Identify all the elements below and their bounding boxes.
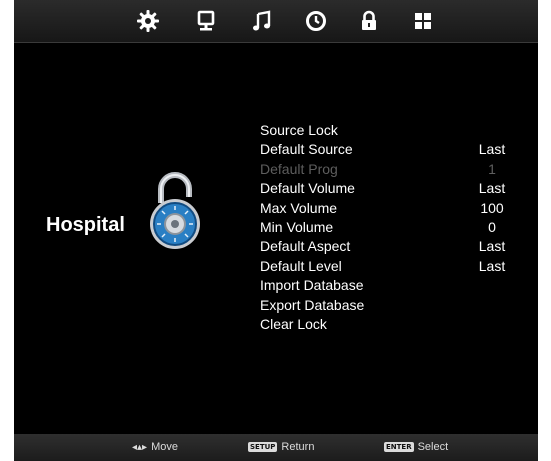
menu-item-label: Clear Lock (260, 315, 327, 332)
menu-item[interactable]: Export Database (260, 296, 530, 315)
menu-item[interactable]: Clear Lock (260, 315, 530, 334)
menu-item-label: Default Volume (260, 180, 355, 197)
menu-item: Default Prog 1 (260, 160, 530, 179)
setup-key-icon: SETUP (248, 442, 278, 452)
menu-item-label: Default Level (260, 257, 342, 274)
menu-item-label: Default Aspect (260, 238, 351, 255)
settings-list: Source Lock Default Source Last Default Pro… (260, 121, 530, 334)
menu-title: Hospital (46, 214, 125, 236)
menu-item-label: Default Prog (260, 160, 338, 177)
hint-bar: ◂▴▸ Move SETUP Return ENTER Select (14, 434, 538, 461)
clock-icon[interactable] (303, 8, 329, 34)
enter-key-icon: ENTER (384, 442, 414, 452)
menu-item-label: Default Source (260, 141, 353, 158)
tv-screen: Hospital Source Lock Default Source Last (14, 0, 538, 461)
lock-icon[interactable] (356, 8, 382, 34)
hint-return: SETUP Return (248, 441, 315, 453)
menu-item-value: Last (478, 141, 506, 158)
menu-item-value: Last (478, 238, 506, 255)
hint-move: ◂▴▸ Move (132, 441, 178, 453)
menu-item[interactable]: Default Aspect Last (260, 237, 530, 256)
menu-item-value: 100 (480, 199, 504, 216)
top-menu-bar (14, 0, 538, 43)
menu-item-value: 1 (488, 160, 496, 177)
gear-icon[interactable] (135, 8, 161, 34)
menu-item-label: Max Volume (260, 199, 338, 216)
monitor-icon[interactable] (193, 8, 219, 34)
menu-item-value: 0 (488, 218, 496, 235)
menu-item-label: Export Database (260, 296, 365, 313)
menu-item[interactable]: Min Volume 0 (260, 218, 530, 237)
music-note-icon[interactable] (249, 8, 275, 34)
menu-item[interactable]: Max Volume 100 (260, 199, 530, 218)
grid-icon[interactable] (410, 8, 436, 34)
padlock-icon (145, 163, 205, 263)
menu-item[interactable]: Default Level Last (260, 257, 530, 276)
menu-item[interactable]: Import Database (260, 276, 530, 295)
menu-item-value: Last (478, 257, 506, 274)
arrows-icon: ◂▴▸ (132, 442, 148, 453)
menu-item-label: Min Volume (260, 218, 334, 235)
menu-item-value: Last (478, 180, 506, 197)
menu-item-label: Source Lock (260, 122, 338, 138)
menu-item[interactable]: Source Lock (260, 121, 530, 140)
menu-item-label: Import Database (260, 277, 364, 294)
menu-item[interactable]: Default Volume Last (260, 179, 530, 198)
hint-select: ENTER Select (384, 441, 449, 453)
menu-item[interactable]: Default Source Last (260, 140, 530, 159)
